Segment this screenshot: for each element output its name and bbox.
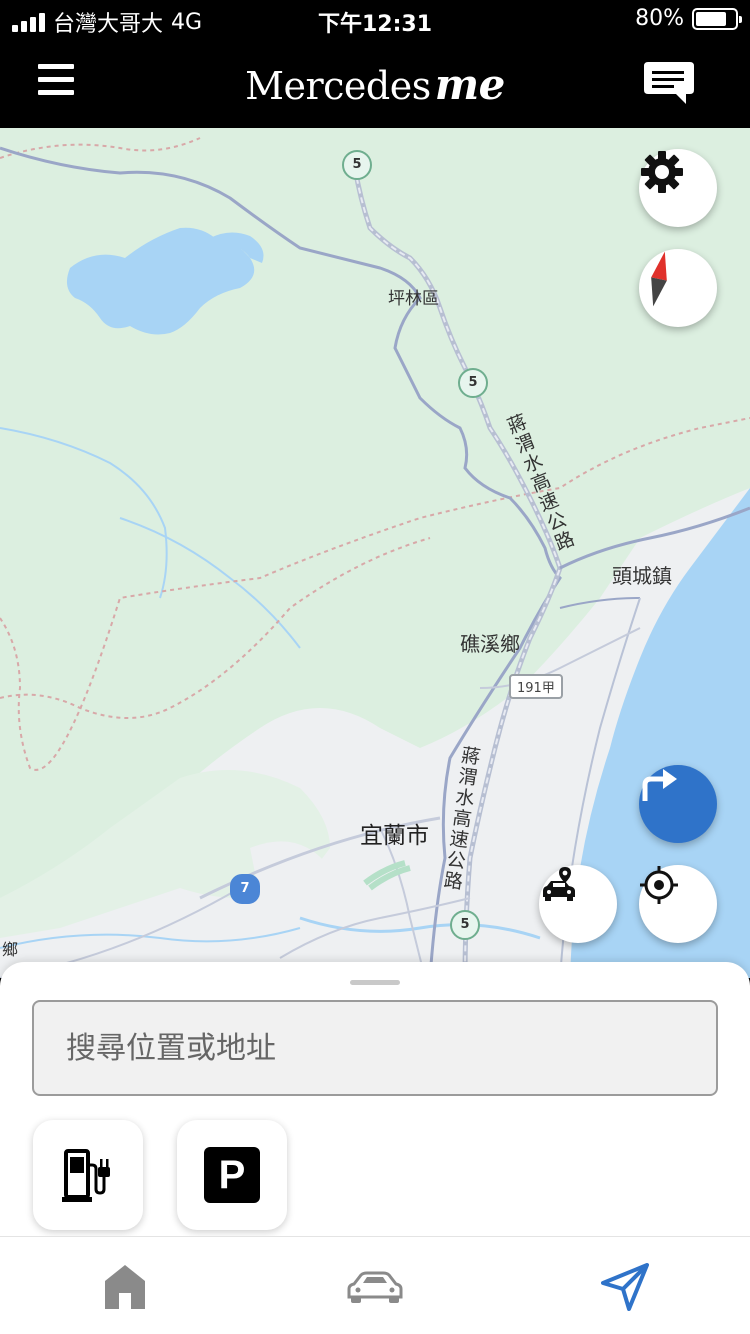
tab-navigation[interactable] [590, 1257, 660, 1317]
status-bar: 台灣大哥大 4G 下午12:31 80% [0, 0, 750, 40]
home-icon [105, 1265, 145, 1309]
parking-icon: P [204, 1147, 260, 1203]
parking-label: P [218, 1153, 246, 1197]
compass-icon [651, 251, 667, 307]
battery-icon [692, 7, 742, 30]
bottom-sheet: P [0, 962, 750, 1236]
parking-button[interactable]: P [177, 1120, 287, 1230]
map-canvas [0, 128, 750, 978]
freeway-shield-5-south: 5 [450, 910, 480, 940]
map-label-toucheng: 頭城鎮 [612, 564, 672, 588]
freeway-shield-5-north: 5 [342, 150, 372, 180]
map-label-jiaoxi: 礁溪鄉 [460, 632, 520, 656]
battery-percent: 80% [635, 6, 684, 31]
ev-charger-icon [62, 1149, 110, 1202]
route-button[interactable] [639, 765, 717, 843]
map-label-edge-left: 鄉 [2, 940, 19, 959]
freeway-shield-5-mid: 5 [458, 368, 488, 398]
my-location-button[interactable] [639, 865, 717, 943]
turn-right-arrow-icon [642, 769, 677, 801]
battery-fill [696, 11, 727, 26]
navigation-arrow-icon [601, 1263, 649, 1311]
tab-vehicle[interactable] [340, 1257, 410, 1317]
car-location-icon [543, 867, 575, 901]
tab-home[interactable] [90, 1257, 160, 1317]
map-label-pinglin: 坪林區 [388, 289, 439, 309]
map-view[interactable]: 坪林區 頭城鎮 礁溪鄉 宜蘭市 蔣渭水高速公路 蔣渭水高速公路 鄉 5 5 5 … [0, 128, 750, 978]
sheet-grabber-handle[interactable] [350, 980, 400, 985]
brand-logo: Mercedesme [0, 60, 750, 109]
car-icon [347, 1271, 403, 1303]
road-shield-191: 191甲 [509, 674, 563, 699]
settings-button[interactable] [639, 149, 717, 227]
brand-suffix: me [434, 60, 506, 109]
car-location-button[interactable] [539, 865, 617, 943]
gear-icon [641, 151, 683, 193]
crosshair-icon [640, 866, 678, 904]
status-right: 80% [635, 6, 742, 31]
brand-main: Mercedes [245, 64, 431, 108]
location-search-input[interactable] [32, 1000, 718, 1096]
compass-button[interactable] [639, 249, 717, 327]
charging-station-button[interactable] [33, 1120, 143, 1230]
provincial-shield-7: 7 [230, 874, 260, 904]
bottom-tab-bar [0, 1236, 750, 1334]
app-header: Mercedesme [0, 40, 750, 128]
chat-bubble-icon[interactable] [642, 60, 696, 106]
map-label-yilan: 宜蘭市 [360, 823, 429, 849]
